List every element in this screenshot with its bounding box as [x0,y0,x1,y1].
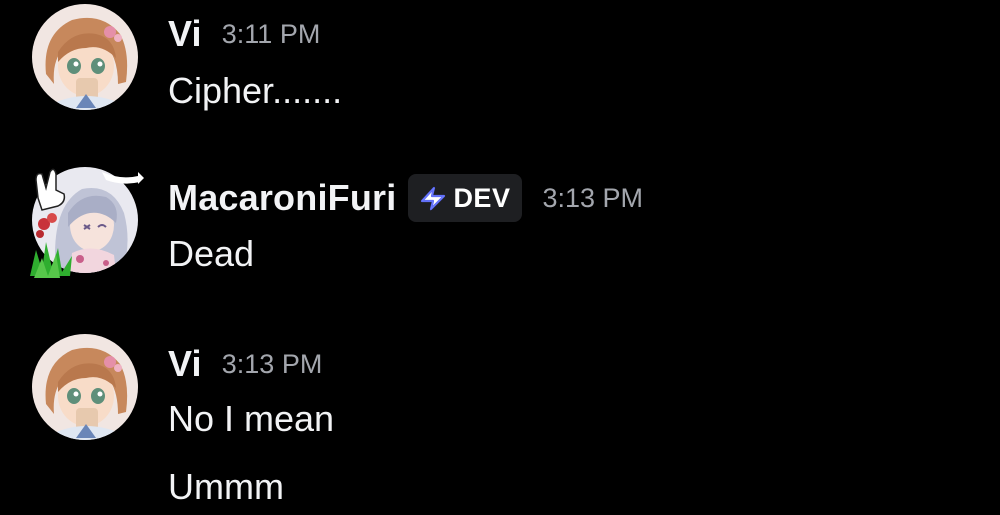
message-content: Dead [168,233,255,274]
username[interactable]: MacaroniFuri [168,177,396,219]
dev-tag-badge[interactable]: DEV [408,174,523,222]
user-avatar[interactable] [32,4,138,110]
username[interactable]: Vi [168,343,202,385]
message-content: No I mean [168,398,335,439]
user-avatar[interactable] [32,334,138,440]
message-header: Vi 3:13 PM [168,342,322,386]
timestamp[interactable]: 3:11 PM [222,19,321,50]
message-header: Vi 3:11 PM [168,12,320,56]
message-content: Cipher....... [168,70,343,111]
message-header: MacaroniFuri DEV 3:13 PM [168,173,643,223]
anime-girl-avatar-icon [32,334,138,440]
hand-and-grass-decoration [30,168,144,278]
tag-label: DEV [453,182,511,213]
lightning-bolt-icon [421,186,446,211]
message-content: Ummm [168,466,284,507]
username[interactable]: Vi [168,13,202,55]
anime-girl-avatar-icon [32,4,138,110]
timestamp[interactable]: 3:13 PM [222,349,323,380]
timestamp[interactable]: 3:13 PM [542,183,643,214]
